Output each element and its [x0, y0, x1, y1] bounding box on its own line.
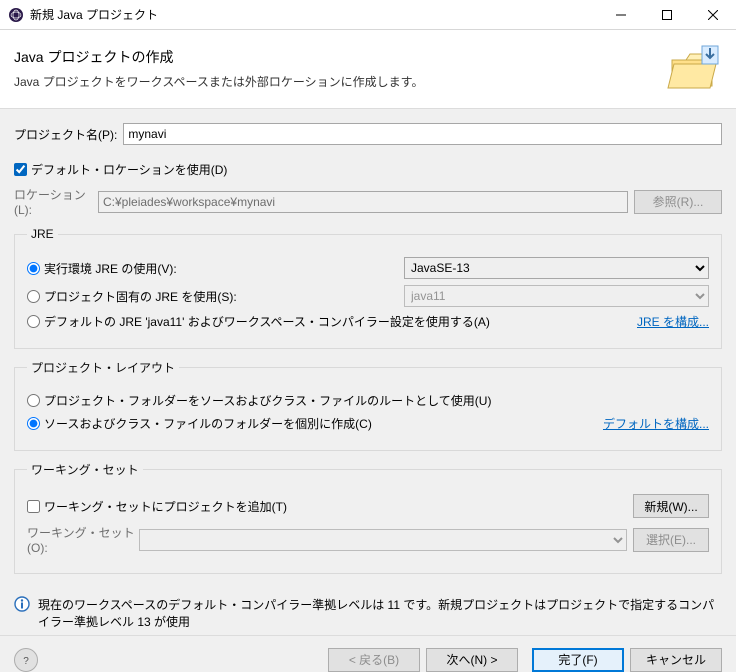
layout-sep-label[interactable]: ソースおよびクラス・ファイルのフォルダーを個別に作成(C): [44, 415, 603, 432]
wizard-content: プロジェクト名(P): デフォルト・ロケーションを使用(D) ロケーション(L)…: [0, 109, 736, 635]
workingset-add-label[interactable]: ワーキング・セットにプロジェクトを追加(T): [44, 498, 633, 515]
project-name-label: プロジェクト名(P):: [14, 126, 117, 143]
jre-configure-link[interactable]: JRE を構成...: [637, 313, 709, 330]
layout-configure-link[interactable]: デフォルトを構成...: [603, 415, 709, 432]
eclipse-icon: [8, 7, 24, 23]
maximize-button[interactable]: [644, 0, 690, 30]
minimize-button[interactable]: [598, 0, 644, 30]
jre-default-label[interactable]: デフォルトの JRE 'java11' およびワークスペース・コンパイラー設定を…: [44, 313, 637, 330]
workingset-select: [139, 529, 627, 551]
jre-project-label[interactable]: プロジェクト固有の JRE を使用(S):: [44, 288, 404, 305]
wizard-footer: ? < 戻る(B) 次へ(N) > 完了(F) キャンセル: [0, 635, 736, 672]
workingset-new-button[interactable]: 新規(W)...: [633, 494, 709, 518]
jre-exec-env-label[interactable]: 実行環境 JRE の使用(V):: [44, 260, 404, 277]
browse-button: 参照(R)...: [634, 190, 722, 214]
jre-group: JRE 実行環境 JRE の使用(V): JavaSE-13 プロジェクト固有の…: [14, 227, 722, 349]
location-label: ロケーション(L):: [14, 186, 92, 217]
location-input: [98, 191, 628, 213]
wizard-banner: Java プロジェクトの作成 Java プロジェクトをワークスペースまたは外部ロ…: [0, 30, 736, 109]
jre-default-radio[interactable]: [27, 315, 40, 328]
info-text: 現在のワークスペースのデフォルト・コンパイラー準拠レベルは 11 です。新規プロ…: [38, 596, 722, 630]
workingset-group: ワーキング・セット ワーキング・セットにプロジェクトを追加(T) 新規(W)..…: [14, 461, 722, 574]
layout-root-label[interactable]: プロジェクト・フォルダーをソースおよびクラス・ファイルのルートとして使用(U): [44, 392, 709, 409]
workingset-add-checkbox[interactable]: [27, 500, 40, 513]
layout-group: プロジェクト・レイアウト プロジェクト・フォルダーをソースおよびクラス・ファイル…: [14, 359, 722, 451]
back-button: < 戻る(B): [328, 648, 420, 672]
titlebar: 新規 Java プロジェクト: [0, 0, 736, 30]
close-button[interactable]: [690, 0, 736, 30]
jre-project-radio[interactable]: [27, 290, 40, 303]
wizard-description: Java プロジェクトをワークスペースまたは外部ロケーションに作成します。: [14, 73, 658, 90]
project-name-input[interactable]: [123, 123, 722, 145]
cancel-button[interactable]: キャンセル: [630, 648, 722, 672]
jre-exec-env-radio[interactable]: [27, 262, 40, 275]
use-default-location-checkbox[interactable]: [14, 163, 27, 176]
layout-root-radio[interactable]: [27, 394, 40, 407]
workingset-legend: ワーキング・セット: [27, 461, 143, 478]
jre-project-select: java11: [404, 285, 709, 307]
use-default-location-label[interactable]: デフォルト・ロケーションを使用(D): [31, 161, 227, 178]
workingset-select-button: 選択(E)...: [633, 528, 709, 552]
layout-sep-radio[interactable]: [27, 417, 40, 430]
info-icon: [14, 596, 30, 612]
window-controls: [598, 0, 736, 30]
jre-exec-env-select[interactable]: JavaSE-13: [404, 257, 709, 279]
help-button[interactable]: ?: [14, 648, 38, 672]
window-title: 新規 Java プロジェクト: [30, 6, 598, 23]
wizard-heading: Java プロジェクトの作成: [14, 47, 658, 67]
finish-button[interactable]: 完了(F): [532, 648, 624, 672]
folder-icon: [666, 40, 722, 96]
next-button[interactable]: 次へ(N) >: [426, 648, 518, 672]
svg-text:?: ?: [23, 656, 29, 666]
jre-legend: JRE: [27, 227, 58, 241]
workingset-sets-label: ワーキング・セット(O):: [27, 524, 139, 555]
layout-legend: プロジェクト・レイアウト: [27, 359, 179, 376]
